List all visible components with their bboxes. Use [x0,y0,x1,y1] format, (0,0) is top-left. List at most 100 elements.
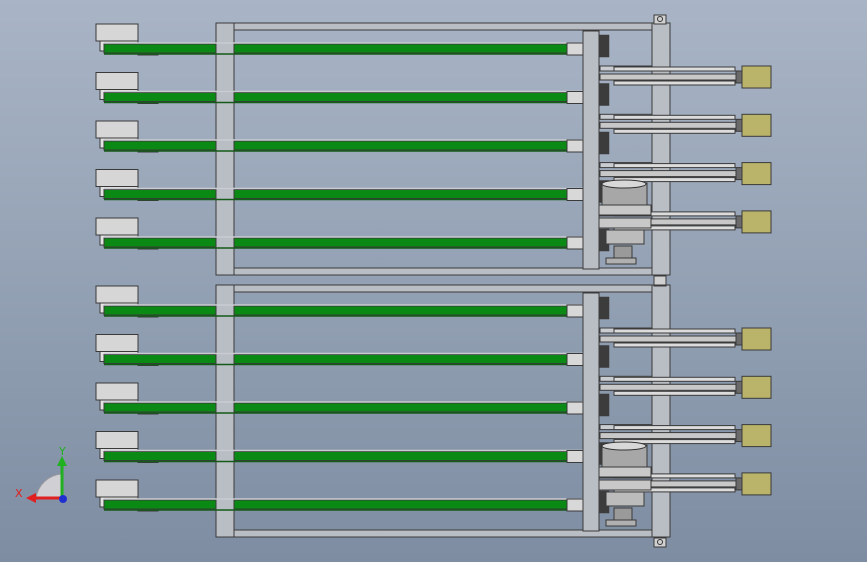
drive-motor-housing [95,23,139,42]
belt-infeed [103,305,217,316]
idler-roller [598,34,610,58]
cylinder-end-block [741,327,772,351]
conveyor-belt [233,451,584,461]
frame-top-rail [215,22,671,31]
belt-infeed [103,92,217,102]
belt-end-pulley [566,91,584,104]
drive-motor-housing [95,479,139,498]
lift-foot [605,519,637,527]
cylinder-end-block [741,113,772,137]
lift-shaft [613,245,633,259]
drive-motor-housing [95,285,139,304]
frame-bottom-rail [215,267,671,276]
belt-end-pulley [566,498,584,512]
belt-end-pulley [566,188,584,201]
lift-base-plate [598,466,652,478]
belt-infeed [103,402,217,413]
cylinder-end-block [741,65,772,89]
conveyor-belt [233,189,584,199]
belt-end-pulley [566,139,584,153]
frame-right-post [651,22,671,276]
frame-top-rail [215,284,671,293]
cylinder-end-block [741,210,772,234]
cylinder-barrel [613,376,736,382]
lift-shaft [613,507,633,521]
cylinder-rod [599,121,737,129]
cylinder-barrel [613,114,736,120]
idler-roller [598,131,610,155]
belt-end-pulley [566,236,584,250]
cylinder-fitting [735,215,743,229]
belt-infeed [103,189,217,199]
idler-roller [598,345,610,368]
cylinder-end-block [741,424,772,448]
conveyor-belt [233,354,584,364]
cylinder-fitting [735,429,743,443]
cylinder-barrel-lower [613,390,736,396]
lift-bearing-block [605,491,645,507]
conveyor-belt [233,499,584,510]
belt-infeed [103,451,217,461]
cad-viewport[interactable]: Y X [0,0,867,562]
cylinder-fitting [735,70,743,84]
cylinder-end-block [741,375,772,399]
drive-motor-housing [95,431,139,449]
z-axis-dot-icon [59,495,67,503]
drive-motor-housing [95,382,139,401]
cylinder-end-block [741,162,772,186]
axis-label-y: Y [58,445,66,458]
belt-infeed [103,237,217,248]
belt-infeed [103,140,217,151]
pneumatic-cylinder [599,65,772,89]
cylinder-rod [599,432,737,440]
lift-guide-plate [598,479,652,491]
cylinder-rod [599,170,737,178]
drive-motor-housing [95,72,139,90]
cylinder-barrel-lower [613,80,736,86]
frame-mid-bracket [653,275,667,286]
lift-base-plate [598,204,652,216]
belt-end-pulley [566,450,584,463]
cylinder-barrel-lower [613,342,736,348]
conveyor-assembly-drawing: Y X [0,0,867,562]
conveyor-belt [233,92,584,102]
pneumatic-cylinder [599,375,772,399]
conveyor-belt [233,43,584,54]
cylinder-barrel [613,328,736,334]
cylinder-fitting [735,167,743,181]
belt-infeed [103,499,217,510]
belt-infeed [103,43,217,54]
cylinder-barrel [613,163,736,169]
conveyor-belt [233,305,584,316]
belt-end-pulley [566,401,584,415]
cylinder-barrel-lower [613,128,736,134]
pneumatic-cylinder [599,327,772,351]
conveyor-belt [233,237,584,248]
belt-end-pulley [566,353,584,366]
conveyor-belt [233,402,584,413]
belt-infeed [103,354,217,364]
cylinder-fitting [735,118,743,132]
cylinder-end-block [741,472,772,496]
pneumatic-cylinder [599,113,772,137]
conveyor-belt [233,140,584,151]
cylinder-fitting [735,477,743,491]
frame-inner-post [582,30,600,270]
idler-roller [598,83,610,106]
cylinder-fitting [735,332,743,346]
drive-motor-housing [95,169,139,187]
cylinder-barrel [613,425,736,431]
frame-right-post [651,284,671,538]
axis-label-x: X [15,487,23,500]
cylinder-rod [599,383,737,391]
drive-motor-housing [95,334,139,352]
lift-guide-plate [598,217,652,229]
cylinder-rod [599,73,737,81]
cylinder-fitting [735,380,743,394]
frame-bottom-rail [215,529,671,538]
lift-drum-top [601,179,647,189]
idler-roller [598,296,610,320]
belt-end-pulley [566,42,584,56]
cylinder-barrel [613,66,736,72]
lift-bearing-block [605,229,645,245]
